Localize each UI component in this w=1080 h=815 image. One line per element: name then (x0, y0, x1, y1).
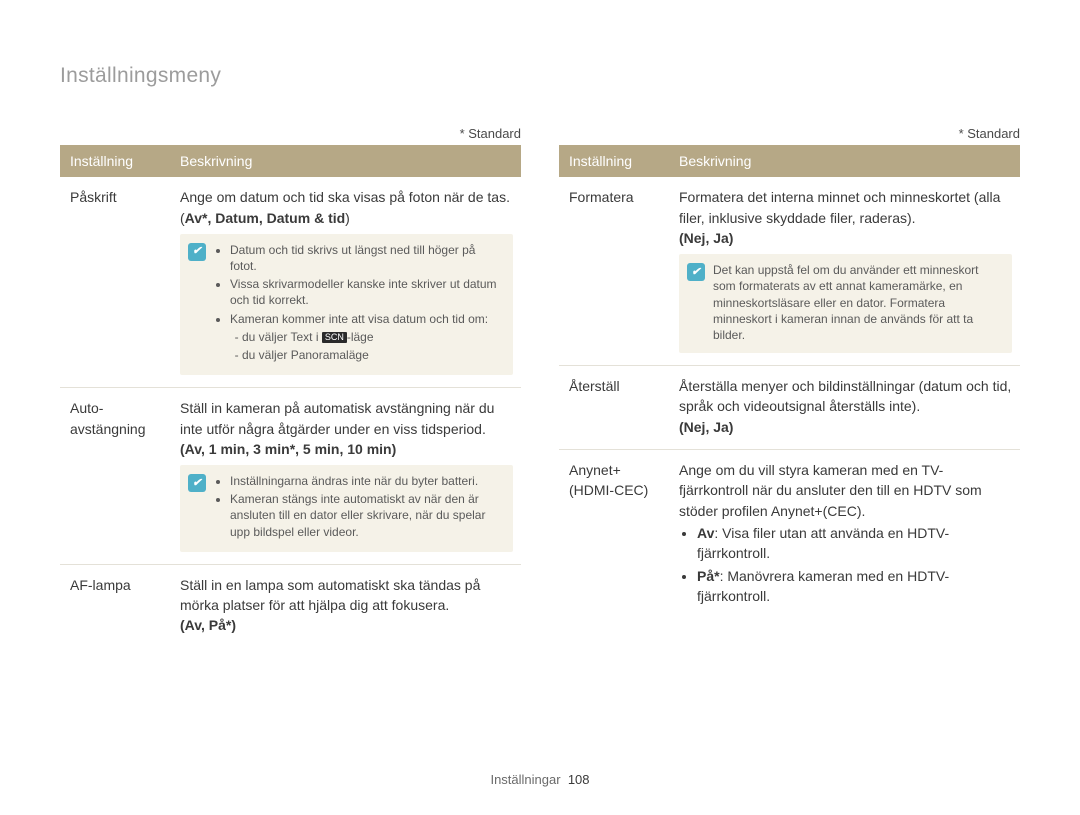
footer-page-number: 108 (568, 772, 590, 787)
note-subitem-text: du väljer Text i (242, 330, 322, 344)
intro-text: Ställ in en lampa som automatiskt ska tä… (180, 575, 513, 616)
note-box: ✔ Det kan uppstå fel om du använder ett … (679, 254, 1012, 353)
right-column: * Standard Inställning Beskrivning Forma… (559, 126, 1020, 648)
note-subitem: du väljer Text i SCN-läge (242, 329, 503, 345)
bullet-item: Av: Visa filer utan att använda en HDTV-… (697, 523, 1012, 564)
page-title: Inställningsmeny (60, 64, 1020, 88)
bullet-item: På*: Manövrera kameran med en HDTV-fjärr… (697, 566, 1012, 607)
footer-section: Inställningar (490, 772, 560, 787)
table-row: Återställ Återställa menyer och bildinst… (559, 366, 1020, 450)
scn-mode-icon: SCN (322, 332, 347, 343)
table-row: Påskrift Ange om datum och tid ska visas… (60, 177, 521, 387)
standard-note-right: * Standard (559, 126, 1020, 141)
table-row: Auto-avstängning Ställ in kameran på aut… (60, 388, 521, 565)
row-label: Anynet+ (HDMI-CEC) (559, 450, 669, 621)
note-subitem-suffix: -läge (347, 330, 374, 344)
note-item: Inställningarna ändras inte när du byter… (230, 473, 503, 489)
row-label: Formatera (559, 177, 669, 365)
row-description: Ställ in en lampa som automatiskt ska tä… (170, 564, 521, 647)
intro-text: Formatera det interna minnet och minnesk… (679, 187, 1012, 228)
options-text: (Nej, Ja) (679, 228, 1012, 248)
bullet-text: : Manövrera kameran med en HDTV-fjärrkon… (697, 568, 949, 604)
intro-text: Återställa menyer och bildinställningar … (679, 376, 1012, 417)
close-paren: ) (345, 210, 350, 226)
note-item: Kameran kommer inte att visa datum och t… (230, 311, 503, 364)
row-label: Auto-avstängning (60, 388, 170, 565)
page-footer: Inställningar 108 (0, 772, 1080, 787)
row-description: Ange om du vill styra kameran med en TV-… (669, 450, 1020, 621)
th-description: Beskrivning (669, 145, 1020, 177)
intro-text: Ställ in kameran på automatisk avstängni… (180, 398, 513, 439)
standard-note-left: * Standard (60, 126, 521, 141)
th-setting: Inställning (559, 145, 669, 177)
row-description: Återställa menyer och bildinställningar … (669, 366, 1020, 450)
th-setting: Inställning (60, 145, 170, 177)
note-icon: ✔ (687, 263, 705, 281)
row-label: Påskrift (60, 177, 170, 387)
row-description: Ställ in kameran på automatisk avstängni… (170, 388, 521, 565)
note-item-text: Kameran kommer inte att visa datum och t… (230, 312, 488, 326)
table-row: Anynet+ (HDMI-CEC) Ange om du vill styra… (559, 450, 1020, 621)
th-description: Beskrivning (170, 145, 521, 177)
options-text: Av*, Datum, Datum & tid (185, 210, 346, 226)
intro-text: Ange om du vill styra kameran med en TV-… (679, 460, 1012, 521)
row-description: Ange om datum och tid ska visas på foton… (170, 177, 521, 387)
note-item: Kameran stängs inte automatiskt av när d… (230, 491, 503, 540)
note-item: Datum och tid skrivs ut längst ned till … (230, 242, 503, 274)
row-label: Återställ (559, 366, 669, 450)
note-box: ✔ Inställningarna ändras inte när du byt… (180, 465, 513, 552)
note-icon: ✔ (188, 243, 206, 261)
row-description: Formatera det interna minnet och minnesk… (669, 177, 1020, 365)
note-icon: ✔ (188, 474, 206, 492)
options-text: (Nej, Ja) (679, 417, 1012, 437)
bullet-opt: Av (697, 525, 714, 541)
note-body: Datum och tid skrivs ut längst ned till … (214, 242, 503, 365)
note-body: Det kan uppstå fel om du använder ett mi… (713, 262, 1002, 343)
settings-table-right: Inställning Beskrivning Formatera Format… (559, 145, 1020, 620)
left-column: * Standard Inställning Beskrivning Påskr… (60, 126, 521, 648)
note-subitem: du väljer Panoramaläge (242, 347, 503, 363)
content-columns: * Standard Inställning Beskrivning Påskr… (60, 126, 1020, 648)
note-body: Inställningarna ändras inte när du byter… (214, 473, 503, 542)
bullet-text: : Visa filer utan att använda en HDTV-fj… (697, 525, 949, 561)
table-row: AF-lampa Ställ in en lampa som automatis… (60, 564, 521, 647)
settings-table-left: Inställning Beskrivning Påskrift Ange om… (60, 145, 521, 648)
bullet-opt: På* (697, 568, 720, 584)
options-text: (Av, 1 min, 3 min*, 5 min, 10 min) (180, 439, 513, 459)
note-box: ✔ Datum och tid skrivs ut längst ned til… (180, 234, 513, 375)
table-row: Formatera Formatera det interna minnet o… (559, 177, 1020, 365)
note-item: Vissa skrivarmodeller kanske inte skrive… (230, 276, 503, 308)
row-label: AF-lampa (60, 564, 170, 647)
options-text: (Av, På*) (180, 615, 513, 635)
